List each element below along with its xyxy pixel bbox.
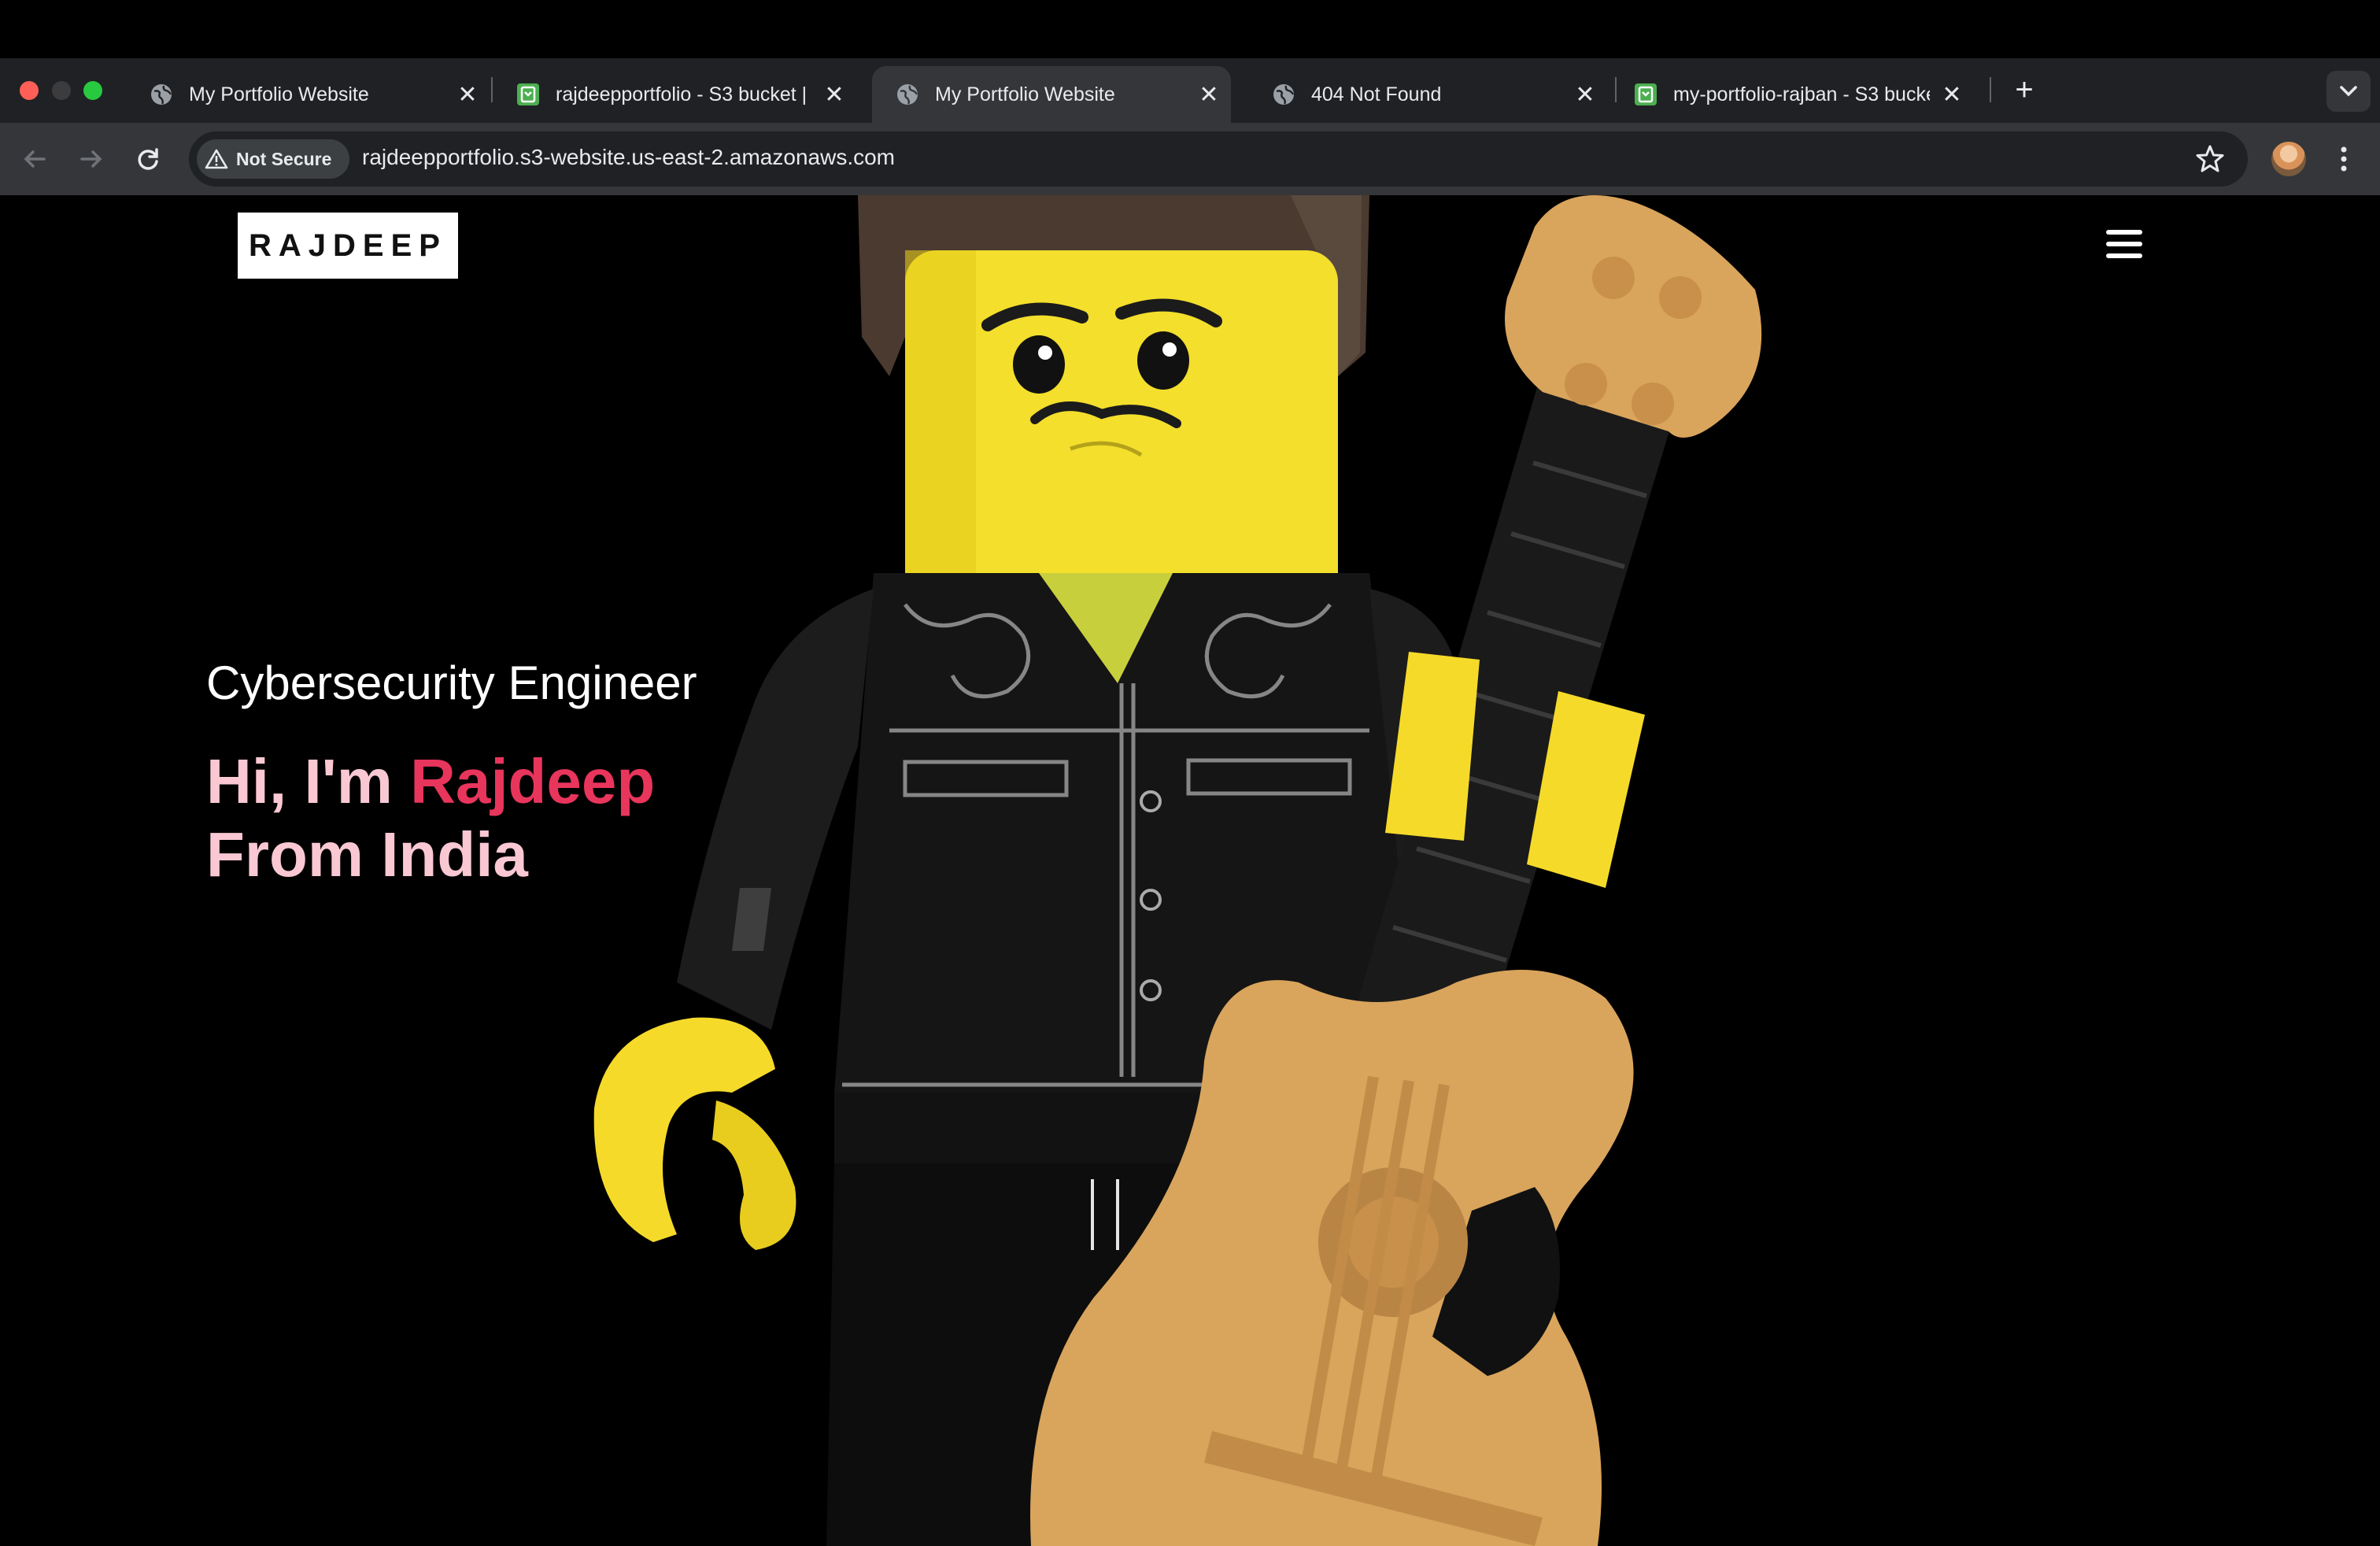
globe-icon	[897, 84, 918, 105]
tab-title: My Portfolio Website	[189, 83, 369, 105]
new-tab-button[interactable]: +	[2005, 72, 2043, 110]
forward-arrow-icon[interactable]	[72, 140, 110, 178]
chevron-down-icon	[2340, 86, 2357, 97]
page-viewport: RAJDEEP Cybersecurity Engineer Hi, I'm R…	[0, 195, 2380, 1546]
security-chip[interactable]: Not Secure	[197, 139, 349, 179]
window-top-strip	[0, 0, 2380, 58]
globe-icon	[1273, 84, 1295, 105]
close-tab-icon[interactable]: ✕	[1563, 81, 1607, 109]
tab-separator	[1990, 77, 1991, 102]
close-window-button[interactable]	[20, 81, 39, 100]
close-tab-icon[interactable]: ✕	[1930, 81, 1974, 109]
tab-s3-my-portfolio-rajban[interactable]: my-portfolio-rajban - S3 bucket ✕	[1610, 66, 1974, 123]
origin-line: From India	[206, 819, 528, 890]
close-tab-icon[interactable]: ✕	[812, 81, 856, 109]
greeting-text: Hi, I'm	[206, 746, 411, 816]
maximize-window-button[interactable]	[83, 81, 102, 100]
globe-icon	[151, 84, 172, 105]
close-tab-icon[interactable]: ✕	[445, 81, 490, 109]
tab-search-button[interactable]	[2326, 71, 2371, 112]
s3-bucket-icon	[517, 83, 539, 105]
tab-title: my-portfolio-rajban - S3 bucket	[1673, 83, 1930, 105]
hero-headline: Hi, I'm Rajdeep From India	[206, 745, 655, 891]
site-logo[interactable]: RAJDEEP	[238, 213, 458, 279]
back-arrow-icon[interactable]	[16, 140, 54, 178]
reload-icon[interactable]	[129, 140, 167, 178]
tab-title: 404 Not Found	[1311, 83, 1442, 105]
hero-name: Rajdeep	[410, 746, 656, 816]
hero-subtitle: Cybersecurity Engineer	[206, 656, 697, 709]
bookmark-star-icon[interactable]	[2193, 142, 2227, 176]
close-tab-icon[interactable]: ✕	[1187, 81, 1231, 109]
tab-my-portfolio-1[interactable]: My Portfolio Website ✕	[126, 66, 490, 123]
warning-icon	[205, 149, 228, 169]
tab-title: rajdeepportfolio - S3 bucket | S3	[556, 83, 812, 105]
more-menu-icon[interactable]	[2334, 142, 2353, 176]
tab-s3-rajdeepportfolio[interactable]: rajdeepportfolio - S3 bucket | S3 ✕	[493, 66, 856, 123]
tab-title: My Portfolio Website	[935, 83, 1115, 105]
profile-avatar[interactable]	[2271, 142, 2306, 176]
url-text[interactable]: rajdeepportfolio.s3-website.us-east-2.am…	[362, 145, 895, 170]
tab-my-portfolio-active[interactable]: My Portfolio Website ✕	[872, 66, 1231, 123]
s3-bucket-icon	[1635, 83, 1657, 105]
greeting-line: Hi, I'm Rajdeep	[206, 745, 655, 818]
minimize-window-button[interactable]	[52, 81, 71, 100]
tab-404-not-found[interactable]: 404 Not Found ✕	[1248, 66, 1607, 123]
security-label: Not Secure	[236, 148, 332, 169]
hamburger-menu-icon[interactable]	[2106, 230, 2142, 261]
